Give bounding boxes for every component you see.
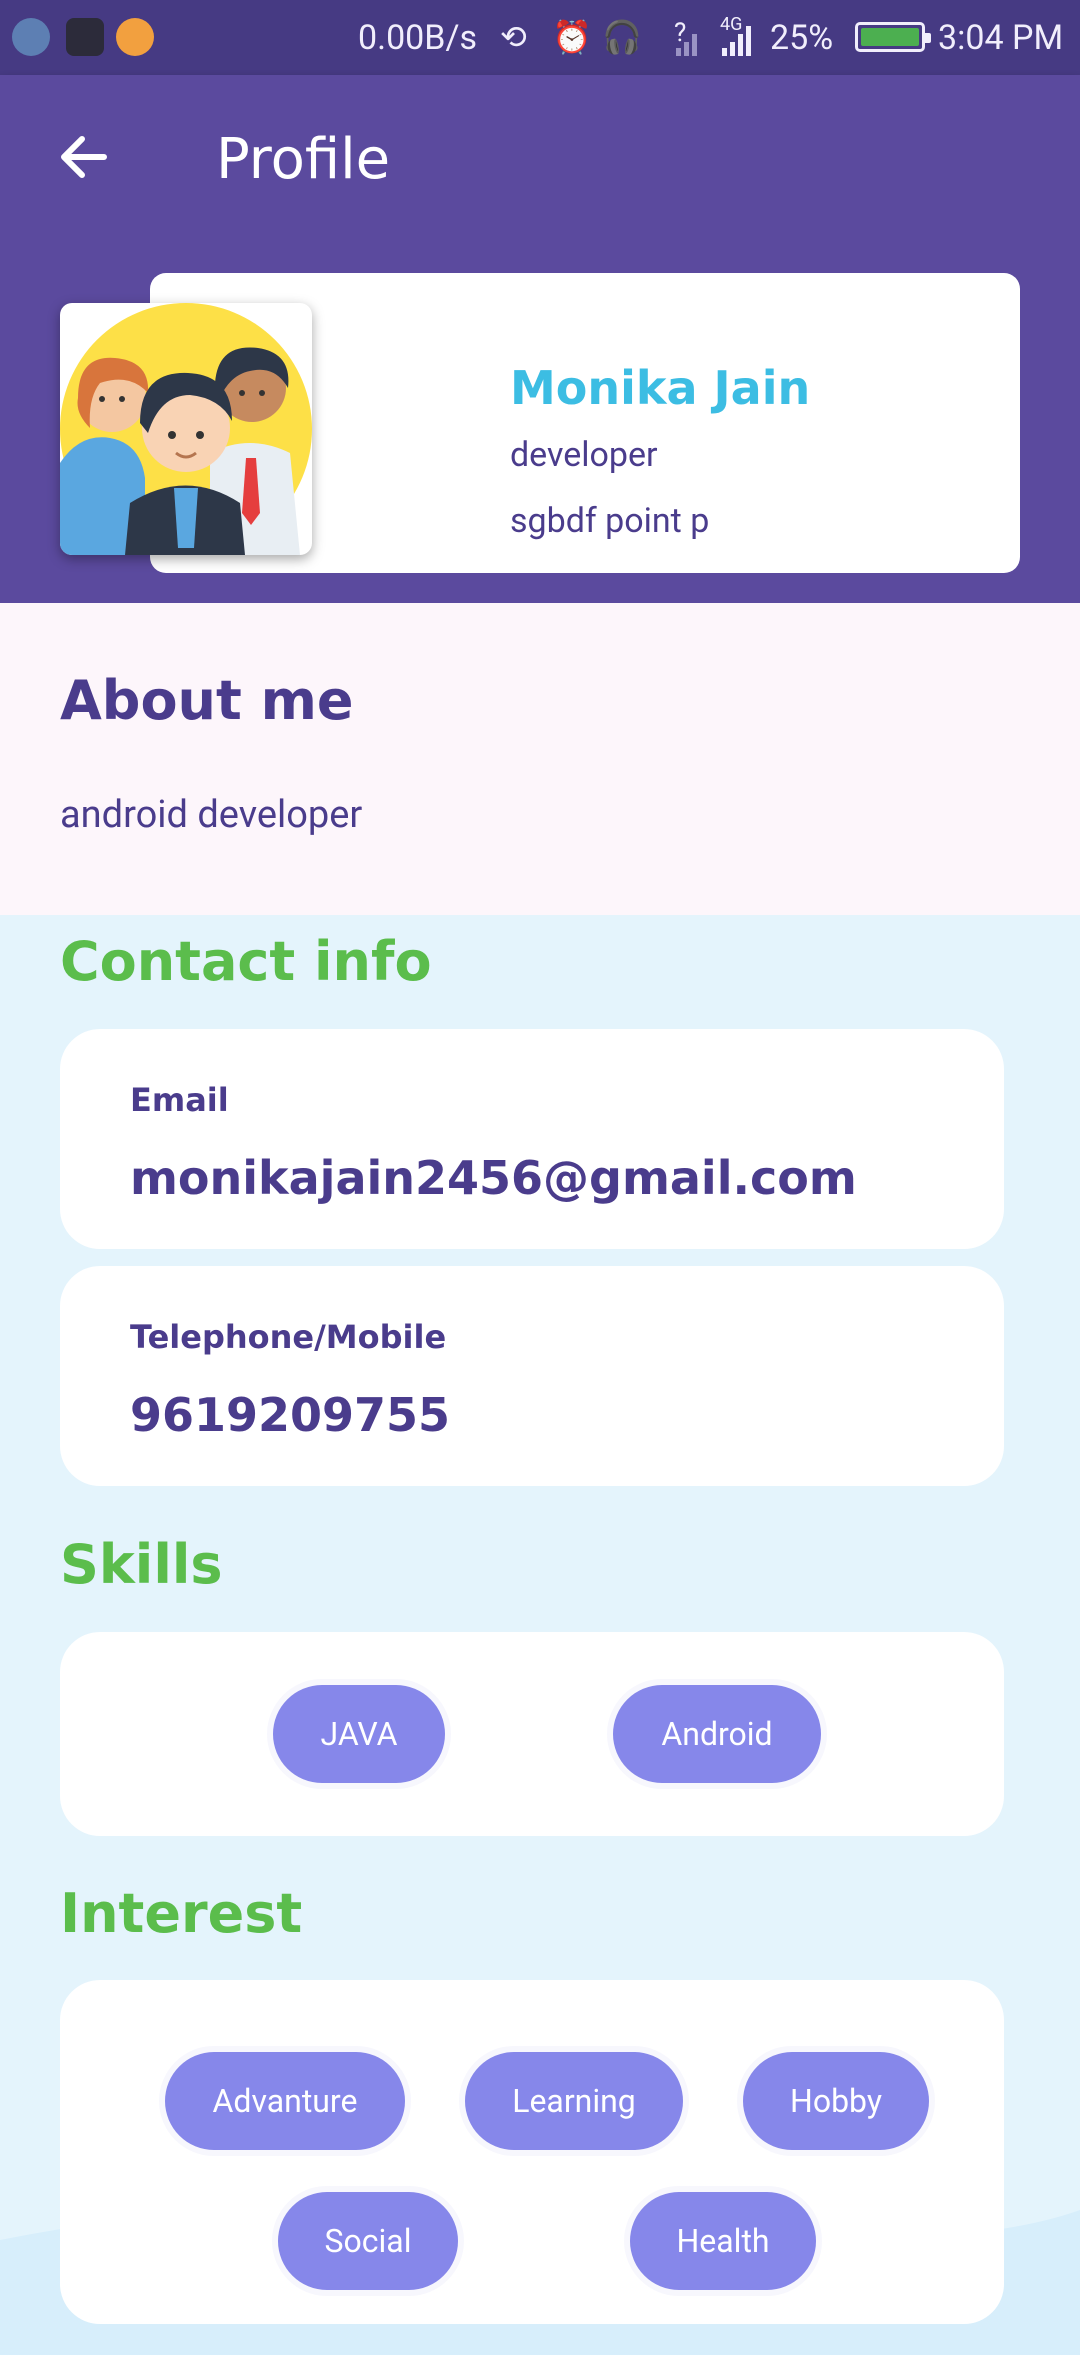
battery-percent: 25% [770,18,834,58]
battery-icon [855,22,931,52]
notification-app-icon [116,18,154,56]
rotate-icon: ⟲ [500,18,527,56]
skill-chip-android[interactable]: Android [613,1685,821,1783]
signal-icon [676,34,697,56]
notification-app-icon [66,18,104,56]
interest-card: Advanture Learning Hobby Social Health [60,1980,1004,2324]
app-bar: Profile [0,75,1080,241]
email-label: Email [130,1081,229,1119]
headphones-icon: 🎧 [602,18,642,56]
notification-app-icon [12,18,50,56]
status-bar: 0.00B/s ⟲ ⏰ 🎧 ? 4G 25% 3:04 PM [0,0,1080,75]
interest-chip-learning[interactable]: Learning [465,2052,683,2150]
profile-header: Monika Jain developer sgbdf point p [0,241,1080,603]
email-value[interactable]: monikajain2456@gmail.com [130,1151,857,1205]
phone-value[interactable]: 9619209755 [130,1388,450,1442]
contact-heading: Contact info [60,930,432,993]
avatar-illustration [60,303,312,555]
network-speed: 0.00B/s [358,18,478,58]
signal-strength-icon [722,26,751,56]
about-heading: About me [60,669,354,732]
profile-role: developer [510,435,658,475]
back-arrow-icon[interactable] [54,127,114,187]
page-title: Profile [216,127,391,192]
skills-heading: Skills [60,1533,223,1596]
skills-card: JAVA Android [60,1632,1004,1836]
profile-company: sgbdf point p [510,501,710,541]
interest-heading: Interest [60,1882,303,1945]
skill-chip-java[interactable]: JAVA [273,1685,445,1783]
about-section: About me android developer [0,603,1080,915]
avatar [60,303,312,555]
about-text: android developer [60,793,363,837]
interest-chip-hobby[interactable]: Hobby [743,2052,929,2150]
interest-chip-advanture[interactable]: Advanture [165,2052,405,2150]
profile-name: Monika Jain [510,361,811,415]
phone-card[interactable]: Telephone/Mobile 9619209755 [60,1266,1004,1486]
interest-chip-health[interactable]: Health [630,2192,816,2290]
interest-chip-social[interactable]: Social [278,2192,458,2290]
phone-label: Telephone/Mobile [130,1318,447,1356]
clock: 3:04 PM [938,18,1064,58]
email-card[interactable]: Email monikajain2456@gmail.com [60,1029,1004,1249]
alarm-icon: ⏰ [552,18,592,56]
